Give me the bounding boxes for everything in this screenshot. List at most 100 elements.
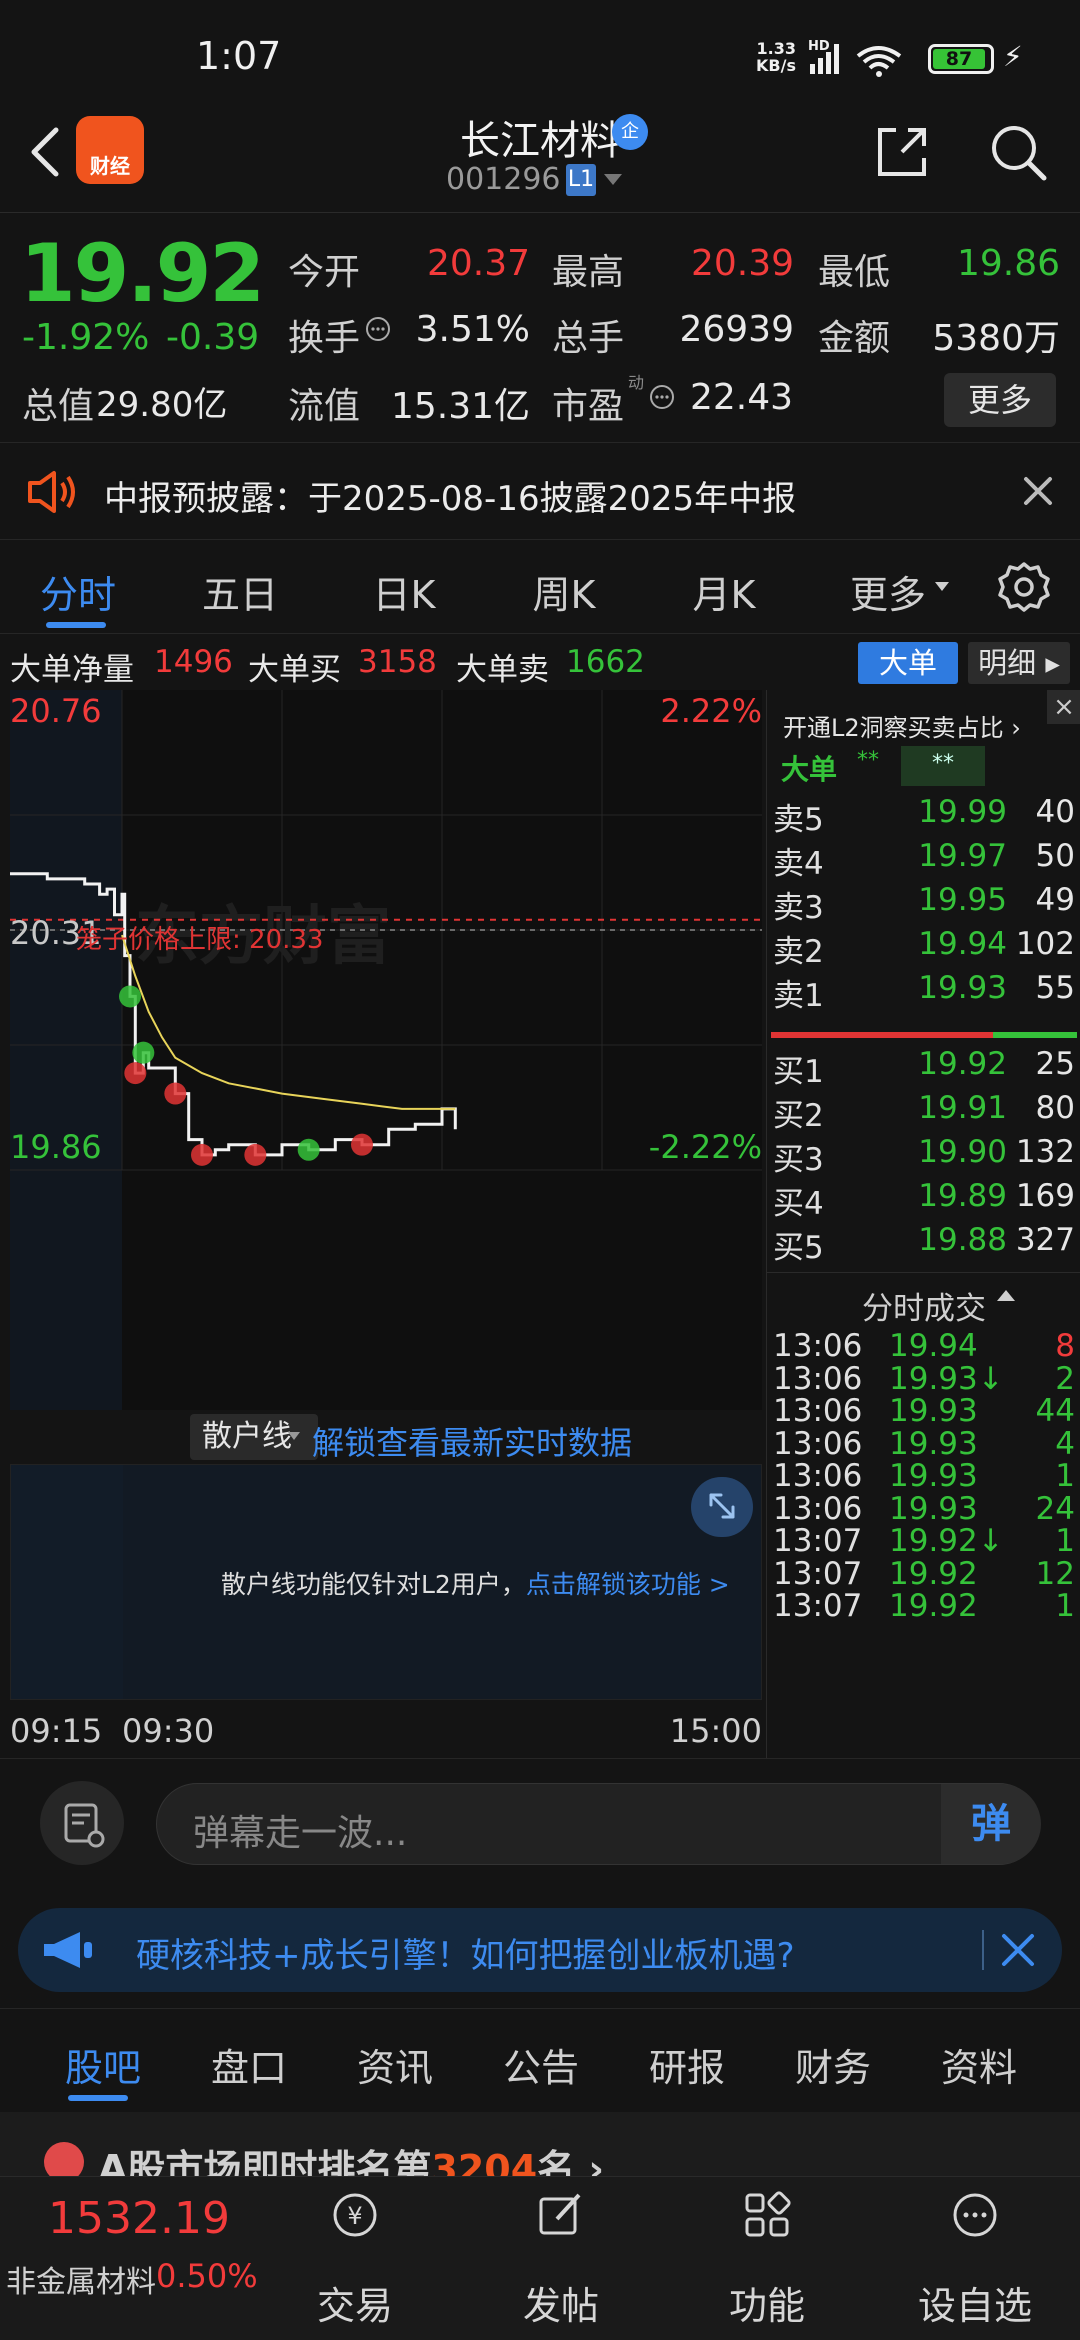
more-fields-button[interactable]: 更多 bbox=[944, 373, 1056, 427]
bid-row[interactable]: 买5 19.88 327 bbox=[767, 1222, 1080, 1266]
danmaku-send-button[interactable]: 弹 bbox=[941, 1784, 1041, 1864]
detail-button-label: 明细 bbox=[978, 646, 1037, 680]
trade-time: 13:07 bbox=[773, 1555, 863, 1592]
megaphone-icon bbox=[44, 1932, 92, 1968]
level-price: 19.94 bbox=[918, 926, 1007, 962]
ask-row[interactable]: 卖2 19.94 102 bbox=[767, 926, 1080, 970]
total-cap-value: 29.80亿 bbox=[96, 385, 228, 425]
y-bottom-pct: -2.22% bbox=[649, 1128, 762, 1166]
level-price: 19.93 bbox=[918, 970, 1007, 1006]
level-label: 买3 bbox=[773, 1142, 824, 1178]
level-dropdown-icon[interactable] bbox=[604, 174, 622, 185]
close-icon[interactable]: × bbox=[1047, 690, 1080, 724]
bid-row[interactable]: 买3 19.90 132 bbox=[767, 1134, 1080, 1178]
tab-profile[interactable]: 资料 bbox=[906, 2037, 1052, 2092]
level-volume: 40 bbox=[1035, 794, 1075, 830]
bid-row[interactable]: 买2 19.91 80 bbox=[767, 1090, 1080, 1134]
trade-signal-dot bbox=[297, 1138, 320, 1161]
level-volume: 55 bbox=[1035, 970, 1075, 1006]
level-volume: 49 bbox=[1035, 882, 1075, 918]
gear-icon[interactable] bbox=[996, 560, 1052, 616]
detail-button[interactable]: 明细 ▸ bbox=[968, 642, 1070, 684]
rank-line[interactable]: A股市场即时排名第3204名 › bbox=[0, 2112, 1080, 2176]
banner-divider bbox=[982, 1930, 984, 1970]
trade-volume: 24 bbox=[1035, 1490, 1075, 1527]
tab-more[interactable]: 更多 bbox=[818, 564, 958, 619]
level-label: 买5 bbox=[773, 1230, 824, 1266]
trade-price: 19.93 bbox=[889, 1393, 978, 1429]
trade-signal-dot bbox=[244, 1143, 267, 1166]
level-badge[interactable]: L1 bbox=[566, 164, 596, 196]
big-order-button[interactable]: 大单 bbox=[858, 642, 958, 684]
tab-five-day[interactable]: 五日 bbox=[170, 564, 310, 619]
unlock-realtime-link[interactable]: 解锁查看最新实时数据 bbox=[312, 1418, 632, 1464]
big-buy-value: 3158 bbox=[358, 644, 437, 680]
tab-daily-k[interactable]: 日K bbox=[334, 564, 474, 619]
bid-row[interactable]: 买4 19.89 169 bbox=[767, 1178, 1080, 1222]
tab-pankou[interactable]: 盘口 bbox=[176, 2037, 322, 2092]
trade-time: 13:07 bbox=[773, 1588, 863, 1624]
turnover-value: 3.51% bbox=[415, 309, 530, 350]
trade-time: 13:07 bbox=[773, 1523, 863, 1559]
trade-row: 13:06 19.93 1 bbox=[767, 1458, 1080, 1494]
tab-guba[interactable]: 股吧 bbox=[30, 2037, 176, 2092]
search-icon[interactable] bbox=[986, 120, 1050, 184]
tab-intraday[interactable]: 分时 bbox=[8, 564, 148, 619]
hd-text: HD bbox=[808, 39, 830, 54]
share-icon[interactable] bbox=[872, 122, 932, 182]
notice-bar[interactable]: 中报预披露：于2025-08-16披露2025年中报 bbox=[0, 442, 1080, 540]
last-price: 19.92 bbox=[20, 227, 265, 320]
big-net-label: 大单净量 bbox=[10, 652, 134, 688]
trade-price: 19.93 bbox=[889, 1490, 978, 1527]
trade-row: 13:06 19.93↓ 2 bbox=[767, 1361, 1080, 1397]
tab-active-indicator bbox=[46, 622, 106, 628]
bid-row[interactable]: 买1 19.92 25 bbox=[767, 1046, 1080, 1090]
unlock-feature-link[interactable]: 点击解锁该功能 > bbox=[526, 1570, 730, 1599]
tab-monthly-k[interactable]: 月K bbox=[654, 564, 794, 619]
order-book: 开通L2洞察买卖占比 › × 大单 ** ** 卖5 19.99 40 卖4 19.97… bbox=[766, 690, 1080, 1758]
trade-row: 13:07 19.92 1 bbox=[767, 1588, 1080, 1624]
tab-news[interactable]: 资讯 bbox=[322, 2037, 468, 2092]
sector-index-name[interactable]: 非金属材料 bbox=[6, 2257, 156, 2301]
promo-banner[interactable]: 硬核科技+成长引擎！如何把握创业板机遇? bbox=[18, 1908, 1062, 1992]
status-time: 1:07 bbox=[196, 34, 282, 78]
ask-row[interactable]: 卖5 19.99 40 bbox=[767, 794, 1080, 838]
trade-volume: 1 bbox=[1055, 1458, 1075, 1494]
level-price: 19.88 bbox=[918, 1222, 1007, 1258]
expand-icon[interactable] bbox=[691, 1477, 753, 1537]
close-icon[interactable] bbox=[996, 1928, 1040, 1972]
l2-promo-text: 开通L2洞察买卖占比 bbox=[783, 714, 1004, 742]
pe-dynamic-mark: 动 bbox=[628, 373, 645, 392]
pe-value: 22.43 bbox=[690, 377, 794, 418]
level-label: 卖3 bbox=[773, 890, 824, 926]
pe-info-icon[interactable] bbox=[648, 383, 676, 411]
trade-signal-dot bbox=[351, 1133, 373, 1156]
danmaku-input[interactable]: 弹幕走一波... 弹 bbox=[156, 1783, 1041, 1865]
rank-text: A股市场即时排名第3204名 › bbox=[98, 2138, 604, 2176]
ask-row[interactable]: 卖1 19.93 55 bbox=[767, 970, 1080, 1014]
volume-label: 总手 bbox=[552, 318, 625, 359]
intraday-chart[interactable]: 东方财富 20.76 2.22% 20.31 笼子价格上限: 20.33 19.… bbox=[10, 690, 762, 1410]
trade-price: 19.93 bbox=[889, 1425, 978, 1462]
ob-big-order-label: 大单 bbox=[781, 753, 838, 786]
trade-price: 19.92↓ bbox=[889, 1523, 1004, 1559]
tab-weekly-k[interactable]: 周K bbox=[494, 564, 634, 619]
close-icon[interactable] bbox=[1020, 473, 1056, 509]
ask-row[interactable]: 卖4 19.97 50 bbox=[767, 838, 1080, 882]
tab-research[interactable]: 研报 bbox=[614, 2037, 760, 2092]
l2-promo-link[interactable]: 开通L2洞察买卖占比 › bbox=[783, 708, 1021, 743]
volume-value: 26939 bbox=[679, 309, 794, 350]
low-value: 19.86 bbox=[956, 243, 1060, 284]
level-volume: 132 bbox=[1015, 1134, 1075, 1170]
ask-row[interactable]: 卖3 19.95 49 bbox=[767, 882, 1080, 926]
danmaku-settings-icon[interactable] bbox=[40, 1781, 124, 1865]
info-icon[interactable] bbox=[364, 315, 392, 343]
tab-active-indicator bbox=[68, 2095, 128, 2101]
trade-volume: 2 bbox=[1055, 1360, 1075, 1397]
trade-volume: 44 bbox=[1035, 1393, 1075, 1429]
edit-icon bbox=[539, 2193, 581, 2235]
tab-announcement[interactable]: 公告 bbox=[468, 2037, 614, 2092]
time-sales-header[interactable]: 分时成交 bbox=[767, 1272, 1080, 1328]
sector-index-value[interactable]: 1532.19 bbox=[48, 2193, 230, 2244]
tab-finance[interactable]: 财务 bbox=[760, 2037, 906, 2092]
